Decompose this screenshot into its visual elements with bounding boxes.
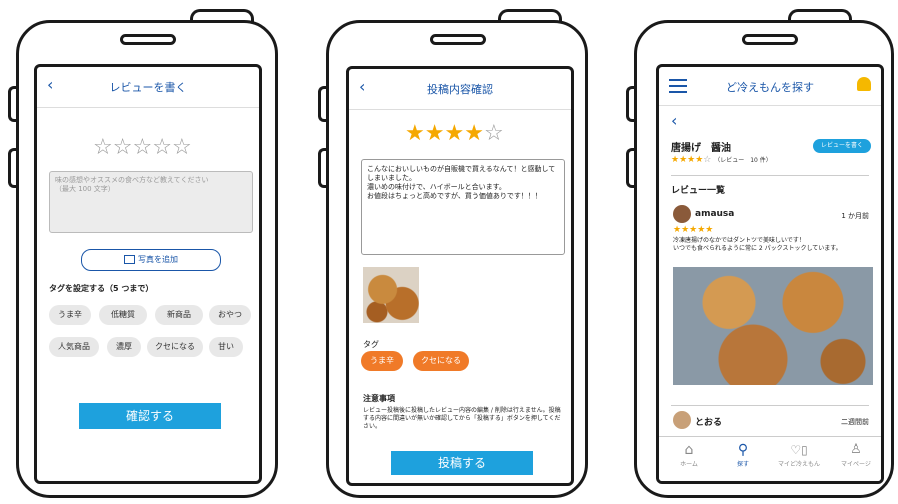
add-image-icon bbox=[124, 255, 135, 264]
review-count: （レビュー 10 件） bbox=[714, 157, 772, 164]
review-time: 二週間前 bbox=[841, 418, 869, 426]
heart-machine-icon: ♡▯ bbox=[790, 443, 808, 457]
star-icon[interactable]: ☆ bbox=[132, 135, 152, 160]
back-icon[interactable]: ‹ bbox=[671, 111, 677, 130]
review-time: 1 か月前 bbox=[841, 212, 869, 220]
avatar bbox=[673, 411, 691, 429]
review-placeholder: 味の感想やオススメの食べ方など教えてください （最大 100 文字） bbox=[55, 176, 209, 193]
star-rating-input[interactable]: ☆☆☆☆☆ bbox=[93, 135, 192, 160]
nav-my-dohiemon[interactable]: ♡▯ マイど冷えもん bbox=[771, 441, 827, 468]
star-icon[interactable]: ☆ bbox=[113, 135, 133, 160]
star-empty-icon: ☆ bbox=[703, 155, 712, 165]
post-button[interactable]: 投稿する bbox=[391, 451, 533, 475]
add-photo-label: 写真を追加 bbox=[138, 255, 178, 264]
star-filled-icon: ★★★★ bbox=[671, 155, 704, 165]
food-photo-thumbnail bbox=[363, 267, 419, 323]
tag-chip[interactable]: おやつ bbox=[209, 305, 251, 325]
nav-label: マイど冷えもん bbox=[777, 461, 820, 468]
star-icon[interactable]: ☆ bbox=[172, 135, 192, 160]
review-textarea[interactable]: 味の感想やオススメの食べ方など教えてください （最大 100 文字） bbox=[49, 171, 253, 233]
tag-chip[interactable]: 低糖質 bbox=[99, 305, 147, 325]
tag-chip[interactable]: 濃厚 bbox=[107, 337, 141, 357]
phone-3-screen: ど冷えもんを探す ‹ 唐揚げ 醤油 レビューを書く ★★★★☆ （レビュー 10… bbox=[656, 64, 884, 484]
avatar bbox=[673, 205, 691, 223]
review-stars: ★★★★★ bbox=[673, 225, 714, 235]
review-list-heading: レビュー一覧 bbox=[671, 186, 726, 196]
nav-label: マイページ bbox=[841, 461, 871, 468]
nav-search[interactable]: ⚲ 探す bbox=[721, 441, 765, 468]
star-icon[interactable]: ☆ bbox=[93, 135, 113, 160]
tag-chip[interactable]: クセになる bbox=[147, 337, 203, 357]
notice-text: レビュー投稿後に投稿したレビュー内容の編集 / 削除は行えません。投稿する内容に… bbox=[363, 407, 561, 430]
star-filled-icon: ★ bbox=[444, 121, 465, 146]
page-title: ど冷えもんを探す bbox=[726, 81, 814, 94]
review-photo bbox=[673, 267, 873, 385]
page-title: レビューを書く bbox=[109, 81, 187, 94]
tag-chip[interactable]: うま辛 bbox=[49, 305, 91, 325]
review-user: amausa bbox=[695, 209, 735, 219]
tag-chip[interactable]: 甘い bbox=[209, 337, 243, 357]
nav-mypage[interactable]: ♙ マイページ bbox=[831, 441, 881, 468]
selected-tag-chip: うま辛 bbox=[361, 351, 403, 371]
phone-2-screen: ‹ 投稿内容確認 ★★★★☆ こんなにおいしいものが自販機で買えるなんて！と感動… bbox=[346, 66, 574, 486]
tag-heading: タグ bbox=[363, 340, 379, 349]
tag-chip[interactable]: 人気商品 bbox=[49, 337, 99, 357]
review-text-box: こんなにおいしいものが自販機で買えるなんて！と感動してしまいました。 濃いめの味… bbox=[361, 159, 565, 255]
nav-home[interactable]: ⌂ ホーム bbox=[667, 441, 711, 468]
user-icon: ♙ bbox=[850, 442, 862, 457]
tag-chip[interactable]: 新商品 bbox=[155, 305, 203, 325]
confirm-button[interactable]: 確認する bbox=[79, 403, 221, 429]
page-title: 投稿内容確認 bbox=[427, 83, 493, 96]
notice-heading: 注意事項 bbox=[363, 394, 395, 403]
selected-tag-chip: クセになる bbox=[413, 351, 469, 371]
tag-heading: タグを設定する（5 つまで） bbox=[49, 284, 154, 293]
home-icon: ⌂ bbox=[684, 442, 694, 458]
star-empty-icon: ☆ bbox=[483, 121, 504, 146]
review-text: こんなにおいしいものが自販機で買えるなんて！と感動してしまいました。 濃いめの味… bbox=[367, 165, 556, 200]
review-user: とおる bbox=[695, 418, 723, 428]
star-filled-icon: ★ bbox=[405, 121, 425, 146]
write-review-button[interactable]: レビューを書く bbox=[813, 139, 871, 153]
add-photo-button[interactable]: 写真を追加 bbox=[81, 249, 221, 271]
nav-label: 探す bbox=[736, 461, 749, 468]
nav-label: ホーム bbox=[680, 461, 698, 468]
map-pin-icon: ⚲ bbox=[737, 442, 749, 458]
star-rating: ★★★★☆ bbox=[405, 121, 504, 146]
product-name: 唐揚げ 醤油 bbox=[671, 143, 731, 154]
review-text: 冷凍唐揚げのなかではダントツで美味しいです！ いつでも食べられるように常に 2 … bbox=[673, 237, 842, 252]
star-filled-icon: ★ bbox=[464, 121, 484, 146]
star-icon[interactable]: ☆ bbox=[152, 135, 172, 160]
bottom-nav: ⌂ ホーム ⚲ 探す ♡▯ マイど冷えもん ♙ マイページ bbox=[659, 436, 881, 481]
bell-icon[interactable] bbox=[857, 77, 871, 91]
product-rating: ★★★★☆ （レビュー 10 件） bbox=[671, 155, 772, 165]
star-filled-icon: ★ bbox=[424, 121, 445, 146]
phone-1-screen: ‹ レビューを書く ☆☆☆☆☆ 味の感想やオススメの食べ方など教えてください （… bbox=[34, 64, 262, 484]
